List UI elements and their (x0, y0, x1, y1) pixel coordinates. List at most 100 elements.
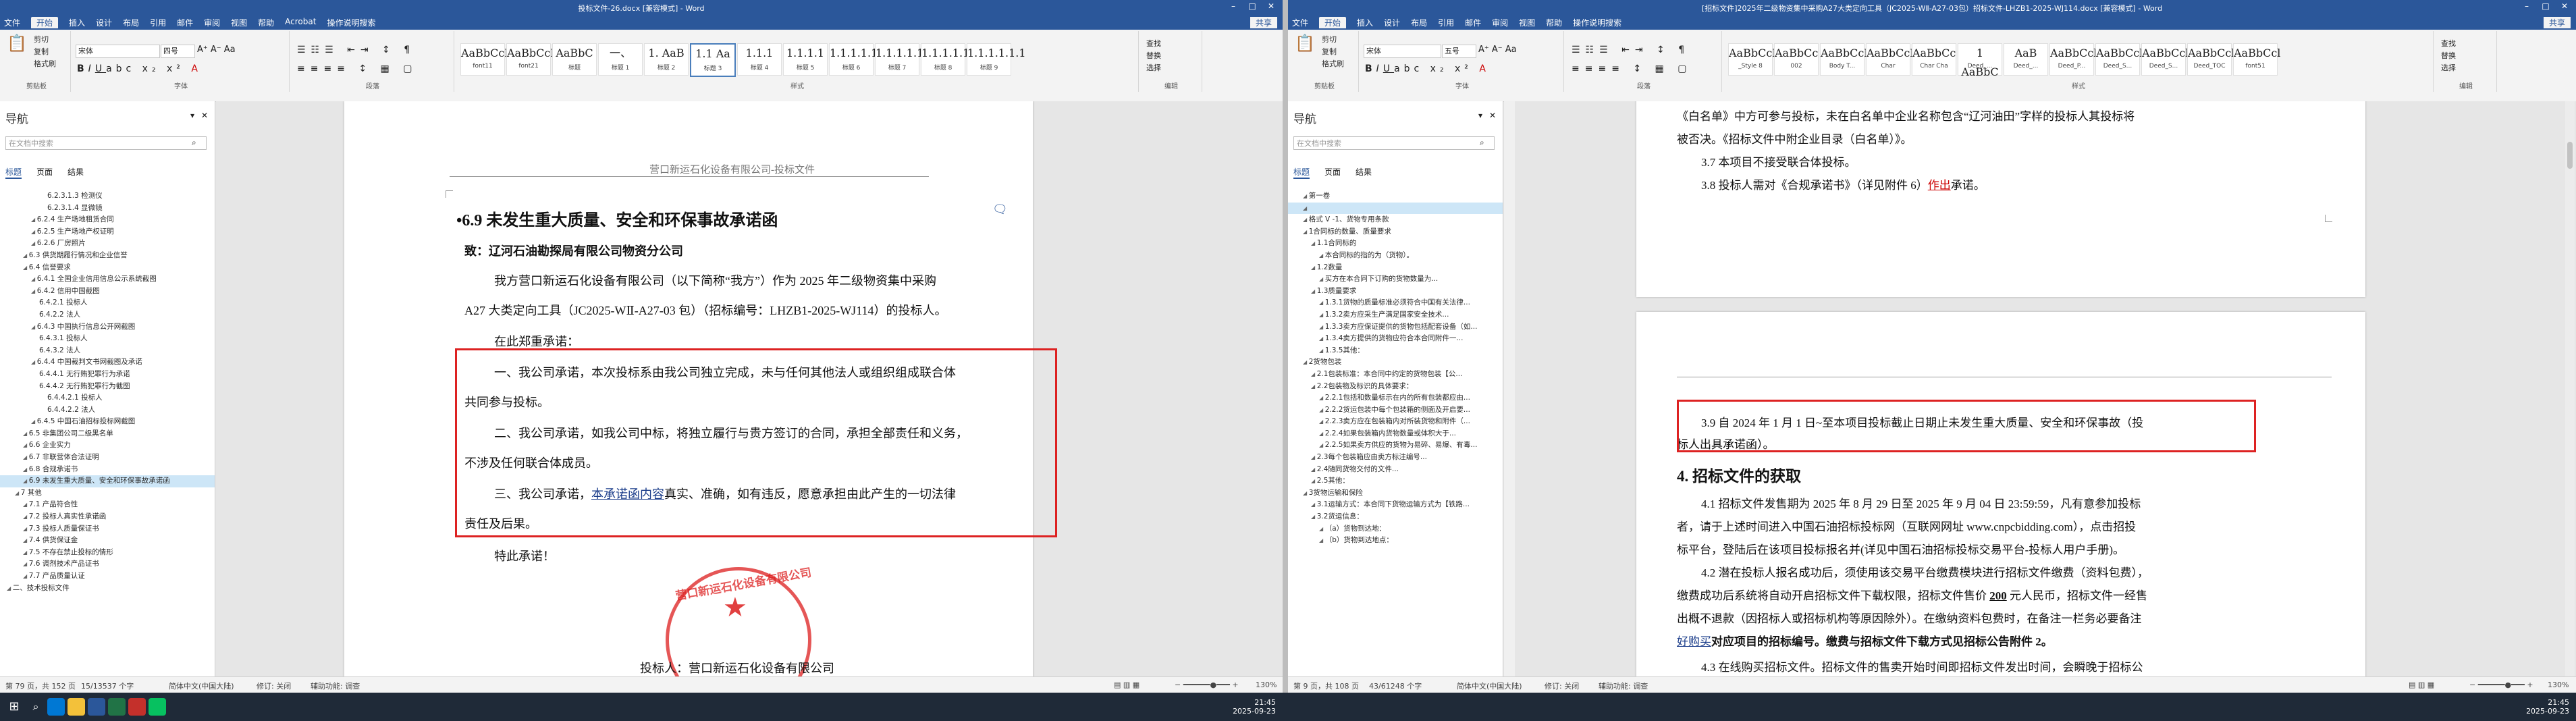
ribbon-tab[interactable]: 插入 (1357, 17, 1373, 28)
expand-icon[interactable]: ◢ (1319, 431, 1325, 437)
paste-icon[interactable]: 📋 (7, 34, 27, 53)
align-icons[interactable]: ≡≡≡≡ ↕ ▦ ▢ (297, 63, 417, 74)
nav-heading-item[interactable]: ◢ 1.3.2卖方应采生产满足国家安全技术... (1288, 309, 1503, 321)
ribbon-tab[interactable]: 引用 (150, 17, 166, 28)
nav-heading-item[interactable]: ◢ 7.1 产品符合性 (0, 499, 215, 511)
nav-heading-item[interactable]: ◢ 2.2.4如果包装箱内货物数量或体积大于... (1288, 428, 1503, 440)
nav-tab[interactable]: 页面 (1324, 166, 1341, 179)
nav-heading-item[interactable]: 6.2.3.1.4 显微镜 (0, 203, 215, 215)
close-icon[interactable]: ✕ (1264, 1, 1279, 11)
expand-icon[interactable]: ◢ (23, 561, 29, 567)
nav-heading-item[interactable]: ◢ 2.3每个包装箱应由卖方标注编号... (1288, 452, 1503, 464)
ribbon-tab[interactable]: 插入 (69, 17, 85, 28)
nav-heading-item[interactable]: ◢ 6.8 合规承诺书 (0, 464, 215, 476)
expand-icon[interactable]: ◢ (1319, 537, 1325, 543)
expand-icon[interactable]: ◢ (15, 490, 21, 496)
expand-icon[interactable]: ◢ (1311, 454, 1317, 460)
nav-heading-item[interactable]: ◢ 1.3.3卖方应保证提供的货物包括配套设备（如... (1288, 321, 1503, 333)
expand-icon[interactable]: ◢ (1319, 276, 1325, 282)
zoom-level[interactable]: 130% (1256, 680, 1277, 689)
paste-icon[interactable]: 📋 (1295, 34, 1315, 53)
nav-heading-item[interactable]: 6.4.3.2 法人 (0, 345, 215, 357)
ribbon-tab[interactable]: 设计 (96, 17, 112, 28)
nav-heading-item[interactable]: ◢ 二、技术投标文件 (0, 583, 215, 595)
nav-options-icon[interactable]: ▾ (1478, 111, 1482, 120)
search-icon[interactable]: ⌕ (1480, 138, 1484, 148)
style-item[interactable]: AaBbCcl Deed_S... (2095, 43, 2143, 76)
nav-heading-item[interactable]: ◢ 本合同标的指的为（货物）。 (1288, 250, 1503, 262)
ribbon-tab[interactable]: 帮助 (258, 17, 274, 28)
nav-heading-item[interactable]: ◢ 2.2.2货运包装中每个包装箱的侧面及开启要... (1288, 404, 1503, 417)
ribbon-tab[interactable]: 审阅 (204, 17, 220, 28)
expand-icon[interactable]: ◢ (1319, 395, 1325, 401)
nav-heading-item[interactable]: ◢ 1.3.4卖方提供的货物应符合本合同附件一... (1288, 333, 1503, 345)
accessibility[interactable]: 辅助功能: 调查 (1599, 680, 1648, 691)
nav-options-icon[interactable]: ▾ (190, 111, 194, 120)
expand-icon[interactable]: ◢ (31, 217, 37, 223)
maximize-icon[interactable]: □ (2538, 1, 2553, 11)
expand-icon[interactable]: ◢ (1303, 193, 1309, 199)
nav-heading-item[interactable]: ◢ 6.3 供货期履行情况和企业信誉 (0, 250, 215, 262)
list-icons[interactable]: ☰☷☰ ⇤⇥ ↕ ¶ (1572, 45, 1690, 55)
ribbon-tab[interactable]: 布局 (123, 17, 139, 28)
expand-icon[interactable]: ◢ (1319, 324, 1325, 330)
style-item[interactable]: AaBbCcl Deed_TOC (2187, 43, 2234, 76)
nav-heading-item[interactable]: 6.2.3.1.3 检测仪 (0, 190, 215, 203)
view-buttons[interactable]: ▤ ▥ ▦ (1114, 680, 1139, 689)
nav-tab[interactable]: 标题 (5, 166, 22, 179)
nav-heading-item[interactable]: 6.4.2.2 法人 (0, 309, 215, 321)
font-name-box[interactable]: 宋体 (1364, 45, 1441, 58)
ribbon-tab[interactable]: 视图 (1519, 17, 1535, 28)
expand-icon[interactable]: ◢ (23, 573, 29, 579)
word-icon[interactable] (88, 698, 105, 716)
nav-heading-item[interactable]: ◢ 第一卷 (1288, 190, 1503, 203)
style-item[interactable]: AaBbCcL Body T... (1820, 43, 1871, 76)
font-format-buttons[interactable]: BIUabc x₂ x² A (77, 63, 202, 74)
expand-icon[interactable]: ◢ (23, 454, 29, 460)
nav-heading-item[interactable]: ◢ 2.2包装物及标识的具体要求： (1288, 381, 1503, 393)
page-count[interactable]: 第 79 页，共 152 页 (5, 680, 76, 691)
nav-tab[interactable]: 结果 (68, 166, 84, 179)
expand-icon[interactable]: ◢ (1311, 383, 1317, 390)
zoom-slider[interactable]: − ━━━━━━●━━━ + (2469, 680, 2533, 689)
nav-heading-item[interactable]: 6.4.4.1 无行贿犯罪行为承诺 (0, 369, 215, 381)
nav-heading-item[interactable]: ◢ 2.2.3卖方应在包装箱内对所装货物和附件（... (1288, 416, 1503, 428)
ribbon-tab[interactable]: 文件 (1292, 17, 1308, 28)
expand-icon[interactable]: ◢ (1303, 229, 1309, 235)
list-icons[interactable]: ☰☷☰ ⇤⇥ ↕ ¶ (297, 45, 415, 55)
system-clock[interactable]: 21:45 2025-09-23 (2522, 698, 2569, 716)
ribbon-tab[interactable]: 操作说明搜索 (327, 17, 375, 28)
expand-icon[interactable]: ◢ (1311, 502, 1317, 508)
style-item[interactable]: 1. AaB 标题 2 (644, 43, 689, 76)
nav-heading-item[interactable]: ◢ 7.3 投标人质量保证书 (0, 523, 215, 535)
ribbon-tab[interactable]: 文件 (4, 17, 20, 28)
style-item[interactable]: AaBbCcl font51 (2233, 43, 2280, 76)
nav-heading-item[interactable]: ◢ 6.4.5 中国石油招标投标网截图 (0, 416, 215, 428)
expand-icon[interactable]: ◢ (1319, 526, 1325, 532)
edge-icon[interactable] (47, 698, 65, 716)
select-button[interactable]: 选择 (2441, 62, 2456, 74)
excel-icon[interactable] (108, 698, 126, 716)
nav-search-input[interactable]: 在文档中搜索 (5, 136, 207, 150)
nav-heading-item[interactable]: 6.4.4.2.1 投标人 (0, 392, 215, 404)
style-item[interactable]: AaBbCcI Char (1866, 43, 1914, 76)
expand-icon[interactable]: ◢ (23, 478, 29, 484)
expand-icon[interactable]: ◢ (7, 585, 13, 591)
track-changes[interactable]: 修订: 关闭 (1545, 680, 1579, 691)
share-button[interactable]: 共享 (2543, 17, 2571, 28)
nav-heading-item[interactable]: ◢ 1合同标的数量、质量要求 (1288, 226, 1503, 238)
folder-icon[interactable] (68, 698, 85, 716)
style-item[interactable]: AaBbCc 002 (1774, 43, 1819, 76)
expand-icon[interactable]: ◢ (1319, 419, 1325, 425)
expand-icon[interactable]: ◢ (1303, 205, 1307, 211)
zoom-slider[interactable]: − ━━━━━━●━━━ + (1175, 680, 1239, 689)
language[interactable]: 简体中文(中国大陆) (1457, 680, 1522, 691)
expand-icon[interactable]: ◢ (23, 526, 29, 532)
replace-button[interactable]: 替换 (2441, 50, 2456, 62)
style-item[interactable]: AaBbCcl Deed_P... (2049, 43, 2097, 76)
nav-heading-item[interactable]: ◢ （a）货物到达地： (1288, 523, 1503, 535)
grow-font-icon[interactable]: A⁺ A⁻ Aa (1478, 45, 1517, 55)
style-item[interactable]: AaBbCcl Deed_S... (2141, 43, 2189, 76)
expand-icon[interactable]: ◢ (1311, 371, 1317, 377)
nav-heading-item[interactable]: ◢ 格式 V -1、货物专用条款 (1288, 214, 1503, 226)
